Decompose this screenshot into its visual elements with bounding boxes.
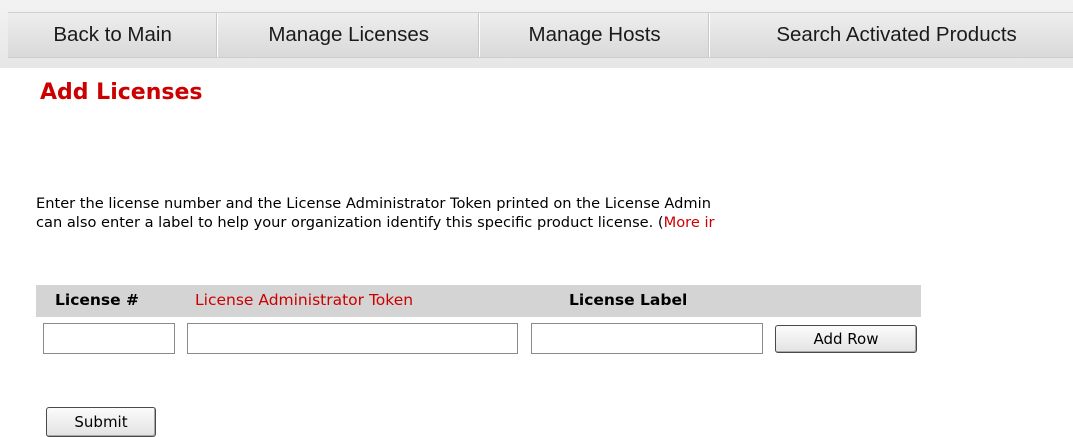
submit-button[interactable]: Submit bbox=[46, 407, 156, 437]
instructions-line-2-text: can also enter a label to help your orga… bbox=[36, 214, 664, 231]
more-info-link[interactable]: More ir bbox=[664, 214, 715, 231]
instructions-text: Enter the license number and the License… bbox=[36, 194, 1073, 232]
add-row-button[interactable]: Add Row bbox=[775, 325, 917, 353]
tab-manage-licenses[interactable]: Manage Licenses bbox=[218, 13, 481, 57]
tab-manage-hosts[interactable]: Manage Hosts bbox=[480, 13, 711, 57]
top-navigation: Back to Main Manage Licenses Manage Host… bbox=[0, 0, 1073, 68]
license-label-input[interactable] bbox=[531, 323, 763, 354]
column-header-admin-token: License Administrator Token bbox=[195, 291, 414, 309]
instructions-line-1: Enter the license number and the License… bbox=[36, 195, 711, 212]
license-table-header: License # License Administrator Token Li… bbox=[36, 285, 921, 317]
column-header-license-number: License # bbox=[55, 291, 140, 309]
column-header-license-label: License Label bbox=[569, 291, 688, 309]
admin-token-input[interactable] bbox=[187, 323, 518, 354]
tab-search-activated-products[interactable]: Search Activated Products bbox=[710, 13, 1073, 57]
tab-back-to-main[interactable]: Back to Main bbox=[8, 13, 219, 57]
license-number-input[interactable] bbox=[43, 323, 175, 354]
instructions-line-2: can also enter a label to help your orga… bbox=[36, 213, 1073, 232]
nav-tab-bar: Back to Main Manage Licenses Manage Host… bbox=[8, 12, 1073, 58]
page-title: Add Licenses bbox=[40, 80, 203, 105]
